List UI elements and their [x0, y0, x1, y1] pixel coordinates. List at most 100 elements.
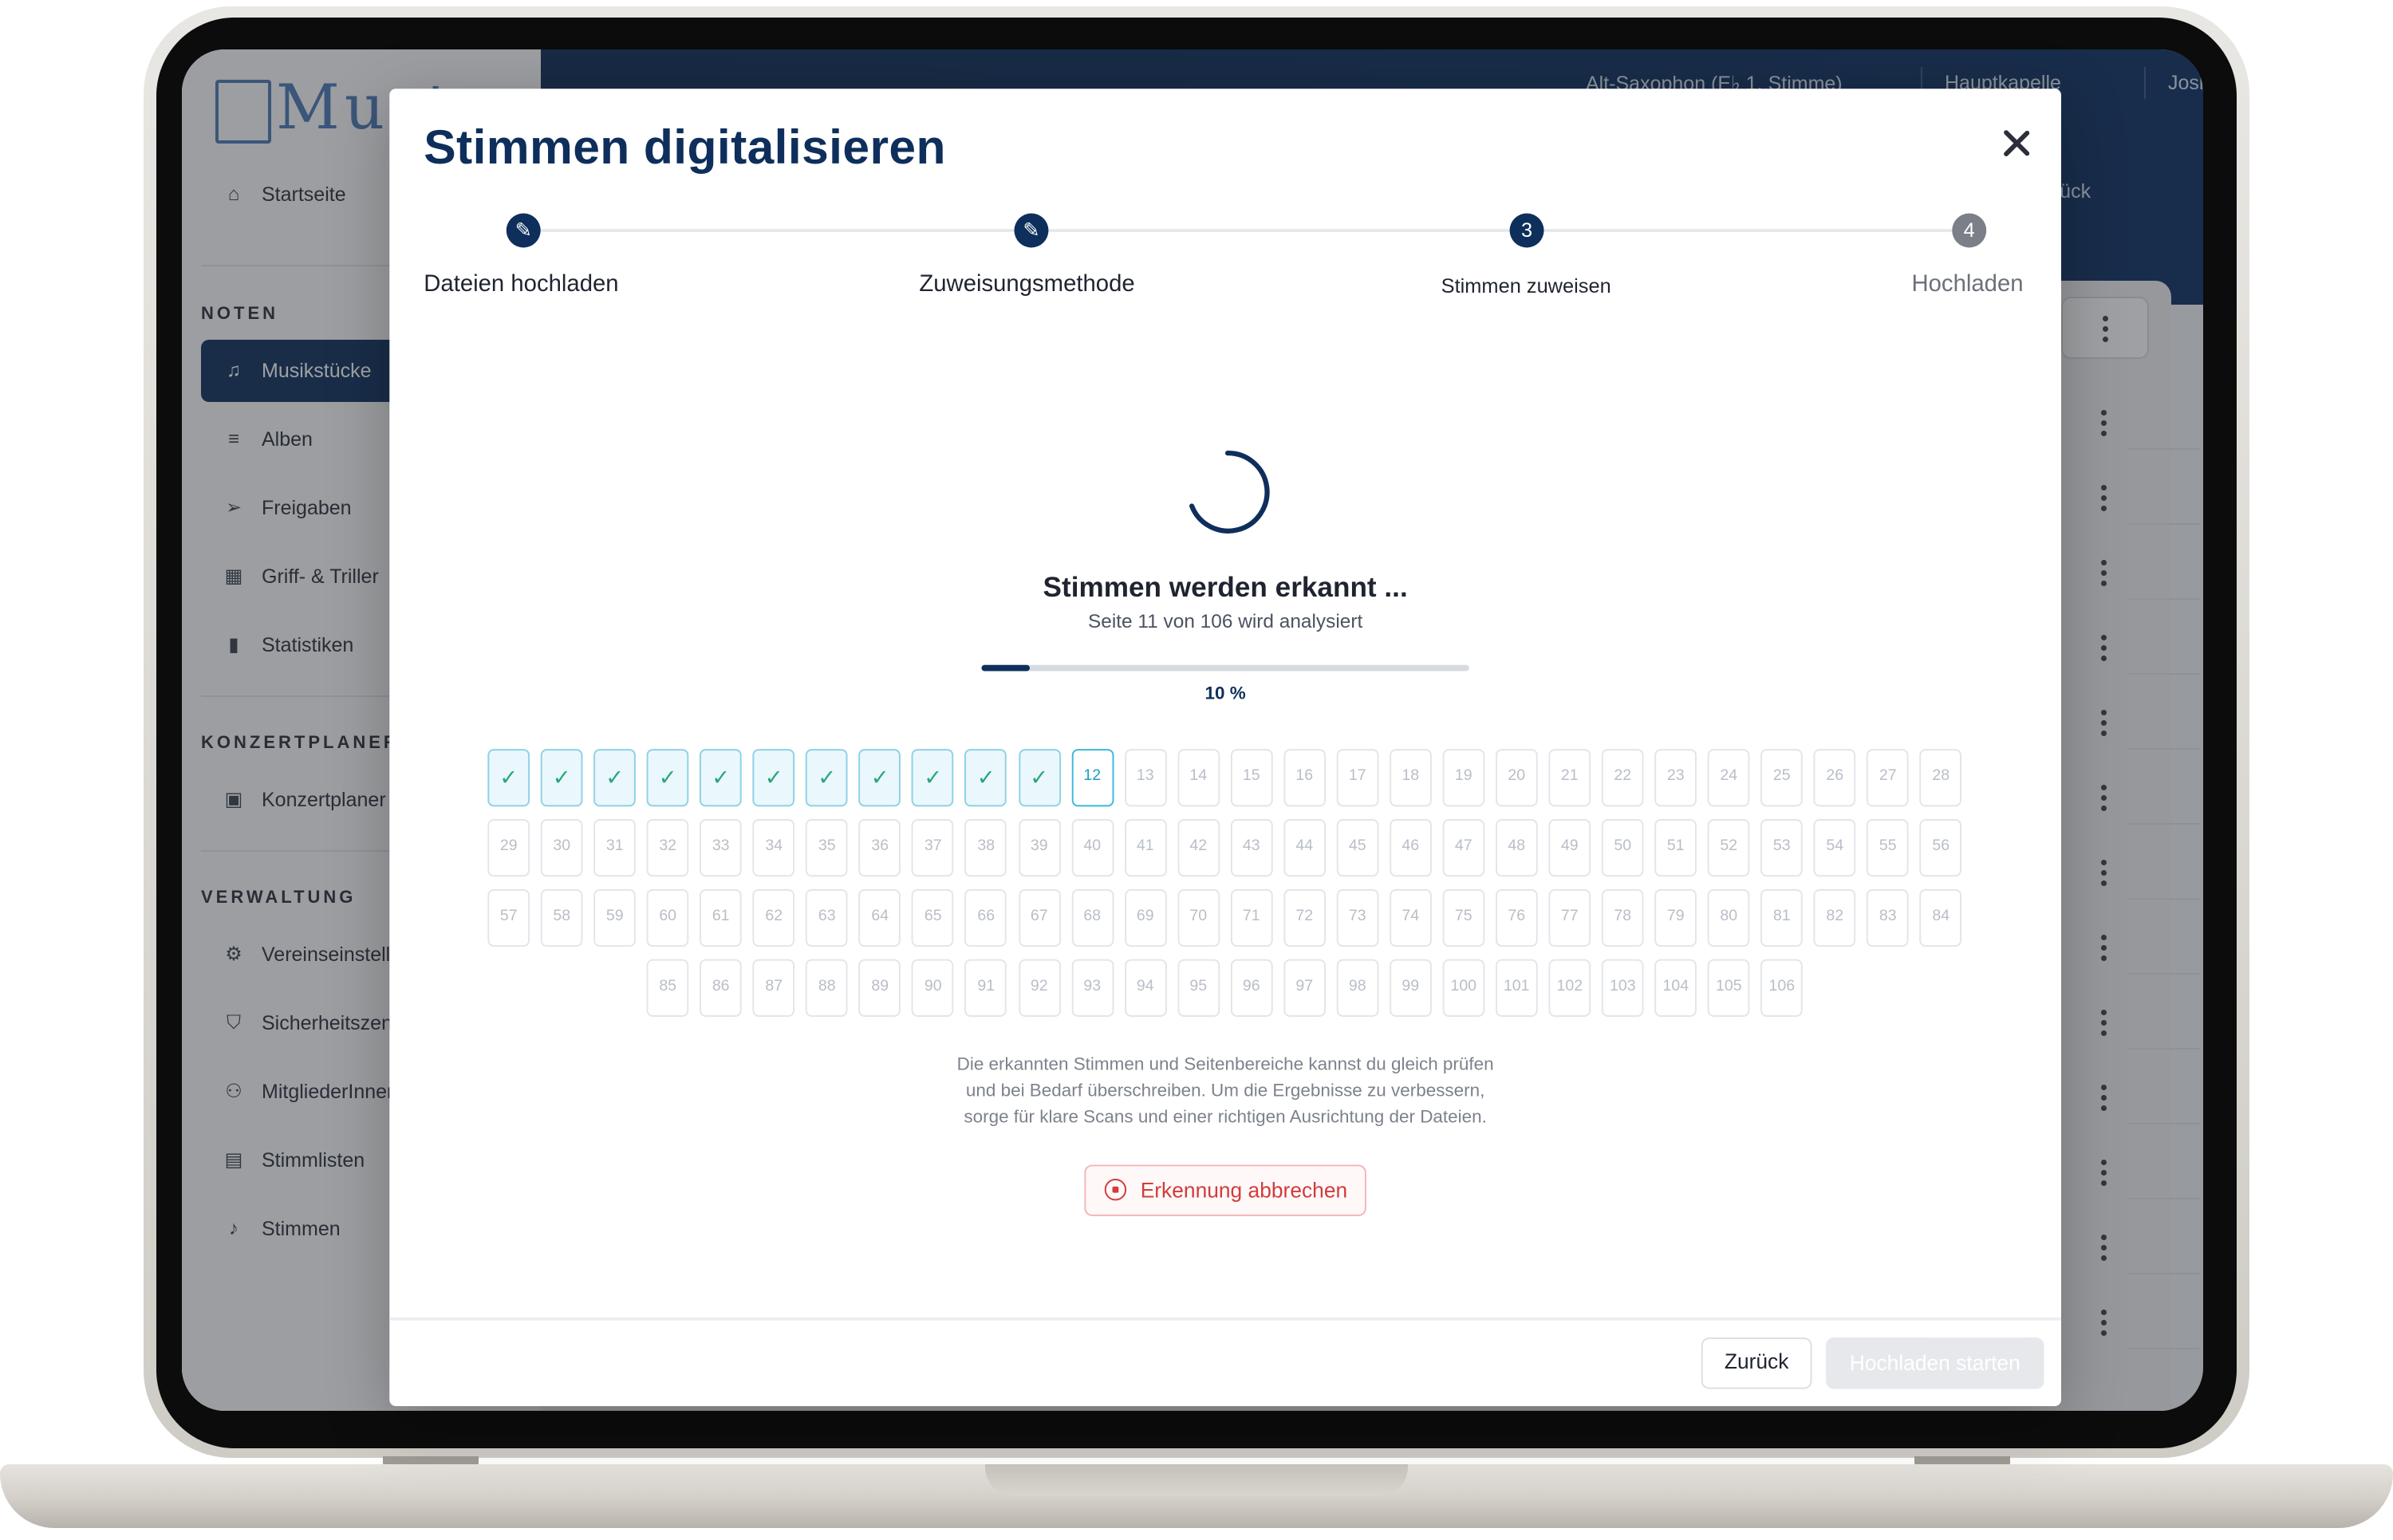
page-tile-pending[interactable]: 90: [912, 959, 955, 1017]
page-tile-pending[interactable]: 37: [912, 819, 955, 877]
close-icon[interactable]: [1993, 120, 2040, 167]
page-tile-done[interactable]: ✓: [858, 749, 901, 807]
page-tile-pending[interactable]: 50: [1601, 819, 1644, 877]
page-tile-pending[interactable]: 58: [540, 888, 583, 947]
page-tile-pending[interactable]: 59: [593, 888, 637, 947]
page-tile-pending[interactable]: 73: [1336, 888, 1379, 947]
page-tile-pending[interactable]: 69: [1124, 888, 1167, 947]
page-tile-current[interactable]: 12: [1070, 749, 1114, 807]
page-tile-pending[interactable]: 45: [1336, 819, 1379, 877]
page-tile-pending[interactable]: 67: [1018, 888, 1061, 947]
page-tile-pending[interactable]: 15: [1230, 749, 1273, 807]
page-tile-done[interactable]: ✓: [700, 749, 743, 807]
page-tile-pending[interactable]: 106: [1760, 959, 1804, 1017]
page-tile-done[interactable]: ✓: [593, 749, 637, 807]
page-tile-pending[interactable]: 62: [752, 888, 795, 947]
page-tile-done[interactable]: ✓: [540, 749, 583, 807]
page-tile-pending[interactable]: 81: [1760, 888, 1804, 947]
page-tile-pending[interactable]: 55: [1867, 819, 1910, 877]
page-tile-pending[interactable]: 86: [700, 959, 743, 1017]
page-tile-pending[interactable]: 41: [1124, 819, 1167, 877]
page-tile-pending[interactable]: 63: [806, 888, 849, 947]
page-tile-pending[interactable]: 94: [1124, 959, 1167, 1017]
cancel-detection-button[interactable]: Erkennung abbrechen: [1084, 1164, 1366, 1216]
page-tile-pending[interactable]: 99: [1389, 959, 1432, 1017]
page-tile-pending[interactable]: 93: [1070, 959, 1114, 1017]
page-tile-pending[interactable]: 104: [1654, 959, 1697, 1017]
page-tile-pending[interactable]: 53: [1760, 819, 1804, 877]
page-tile-pending[interactable]: 78: [1601, 888, 1644, 947]
page-tile-pending[interactable]: 21: [1548, 749, 1591, 807]
page-tile-pending[interactable]: 29: [487, 819, 530, 877]
page-tile-done[interactable]: ✓: [646, 749, 689, 807]
page-tile-pending[interactable]: 52: [1707, 819, 1750, 877]
page-tile-pending[interactable]: 102: [1548, 959, 1591, 1017]
page-tile-pending[interactable]: 98: [1336, 959, 1379, 1017]
page-tile-pending[interactable]: 75: [1442, 888, 1485, 947]
start-upload-button[interactable]: Hochladen starten: [1826, 1337, 2044, 1389]
page-tile-pending[interactable]: 101: [1495, 959, 1538, 1017]
page-tile-pending[interactable]: 88: [806, 959, 849, 1017]
page-tile-pending[interactable]: 89: [858, 959, 901, 1017]
page-tile-pending[interactable]: 92: [1018, 959, 1061, 1017]
page-tile-pending[interactable]: 44: [1283, 819, 1326, 877]
page-tile-pending[interactable]: 40: [1070, 819, 1114, 877]
page-tile-pending[interactable]: 16: [1283, 749, 1326, 807]
page-tile-pending[interactable]: 46: [1389, 819, 1432, 877]
page-tile-pending[interactable]: 105: [1707, 959, 1750, 1017]
page-tile-pending[interactable]: 31: [593, 819, 637, 877]
page-tile-pending[interactable]: 72: [1283, 888, 1326, 947]
page-tile-pending[interactable]: 26: [1813, 749, 1856, 807]
page-tile-pending[interactable]: 34: [752, 819, 795, 877]
page-tile-pending[interactable]: 47: [1442, 819, 1485, 877]
page-tile-pending[interactable]: 91: [964, 959, 1007, 1017]
page-tile-pending[interactable]: 66: [964, 888, 1007, 947]
page-tile-done[interactable]: ✓: [752, 749, 795, 807]
page-tile-pending[interactable]: 57: [487, 888, 530, 947]
page-tile-pending[interactable]: 20: [1495, 749, 1538, 807]
page-tile-pending[interactable]: 64: [858, 888, 901, 947]
page-tile-pending[interactable]: 70: [1177, 888, 1220, 947]
page-tile-pending[interactable]: 23: [1654, 749, 1697, 807]
page-tile-pending[interactable]: 87: [752, 959, 795, 1017]
page-tile-pending[interactable]: 42: [1177, 819, 1220, 877]
page-tile-pending[interactable]: 56: [1919, 819, 1962, 877]
page-tile-pending[interactable]: 32: [646, 819, 689, 877]
page-tile-pending[interactable]: 68: [1070, 888, 1114, 947]
page-tile-done[interactable]: ✓: [487, 749, 530, 807]
page-tile-pending[interactable]: 96: [1230, 959, 1273, 1017]
page-tile-pending[interactable]: 35: [806, 819, 849, 877]
page-tile-pending[interactable]: 38: [964, 819, 1007, 877]
page-tile-pending[interactable]: 51: [1654, 819, 1697, 877]
page-tile-pending[interactable]: 61: [700, 888, 743, 947]
page-tile-pending[interactable]: 19: [1442, 749, 1485, 807]
page-tile-pending[interactable]: 17: [1336, 749, 1379, 807]
page-tile-pending[interactable]: 36: [858, 819, 901, 877]
page-tile-pending[interactable]: 48: [1495, 819, 1538, 877]
page-tile-pending[interactable]: 84: [1919, 888, 1962, 947]
page-tile-pending[interactable]: 54: [1813, 819, 1856, 877]
page-tile-pending[interactable]: 100: [1442, 959, 1485, 1017]
page-tile-pending[interactable]: 13: [1124, 749, 1167, 807]
page-tile-pending[interactable]: 43: [1230, 819, 1273, 877]
page-tile-pending[interactable]: 25: [1760, 749, 1804, 807]
page-tile-done[interactable]: ✓: [912, 749, 955, 807]
page-tile-pending[interactable]: 95: [1177, 959, 1220, 1017]
page-tile-pending[interactable]: 77: [1548, 888, 1591, 947]
page-tile-pending[interactable]: 82: [1813, 888, 1856, 947]
page-tile-done[interactable]: ✓: [806, 749, 849, 807]
page-tile-pending[interactable]: 74: [1389, 888, 1432, 947]
page-tile-pending[interactable]: 49: [1548, 819, 1591, 877]
page-tile-pending[interactable]: 76: [1495, 888, 1538, 947]
page-tile-pending[interactable]: 83: [1867, 888, 1910, 947]
page-tile-pending[interactable]: 79: [1654, 888, 1697, 947]
page-tile-pending[interactable]: 60: [646, 888, 689, 947]
page-tile-pending[interactable]: 85: [646, 959, 689, 1017]
page-tile-pending[interactable]: 71: [1230, 888, 1273, 947]
page-tile-pending[interactable]: 14: [1177, 749, 1220, 807]
page-tile-pending[interactable]: 22: [1601, 749, 1644, 807]
page-tile-pending[interactable]: 65: [912, 888, 955, 947]
page-tile-pending[interactable]: 30: [540, 819, 583, 877]
page-tile-done[interactable]: ✓: [964, 749, 1007, 807]
page-tile-pending[interactable]: 28: [1919, 749, 1962, 807]
